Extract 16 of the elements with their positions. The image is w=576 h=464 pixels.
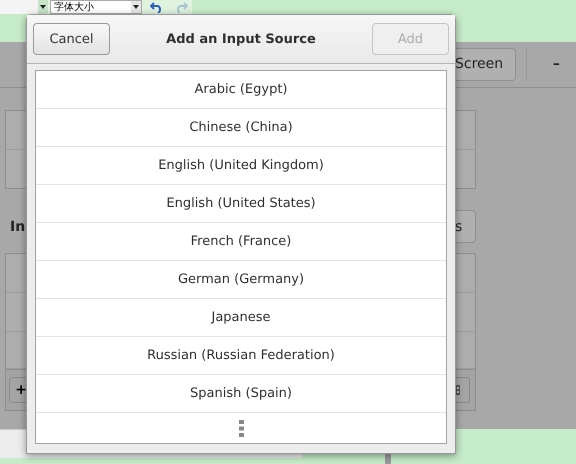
language-item[interactable]: German (Germany) — [36, 261, 446, 299]
language-item[interactable]: English (United Kingdom) — [36, 147, 446, 185]
language-item[interactable]: French (France) — [36, 223, 446, 261]
language-item[interactable]: English (United States) — [36, 185, 446, 223]
language-item[interactable]: Arabic (Egypt) — [36, 71, 446, 109]
language-item[interactable]: Russian (Russian Federation) — [36, 337, 446, 375]
options-button[interactable]: s — [455, 210, 476, 244]
language-item[interactable]: Spanish (Spain) — [36, 375, 446, 413]
font-size-combo[interactable]: 字体大小 — [50, 0, 142, 14]
language-item[interactable]: Japanese — [36, 299, 446, 337]
minimize-button[interactable]: – — [536, 56, 576, 72]
dialog-title: Add an Input Source — [166, 32, 316, 46]
cancel-button[interactable]: Cancel — [33, 23, 110, 55]
language-item[interactable]: Chinese (China) — [36, 109, 446, 147]
screen-button[interactable]: Screen — [455, 48, 516, 81]
section-label: In — [9, 218, 26, 235]
